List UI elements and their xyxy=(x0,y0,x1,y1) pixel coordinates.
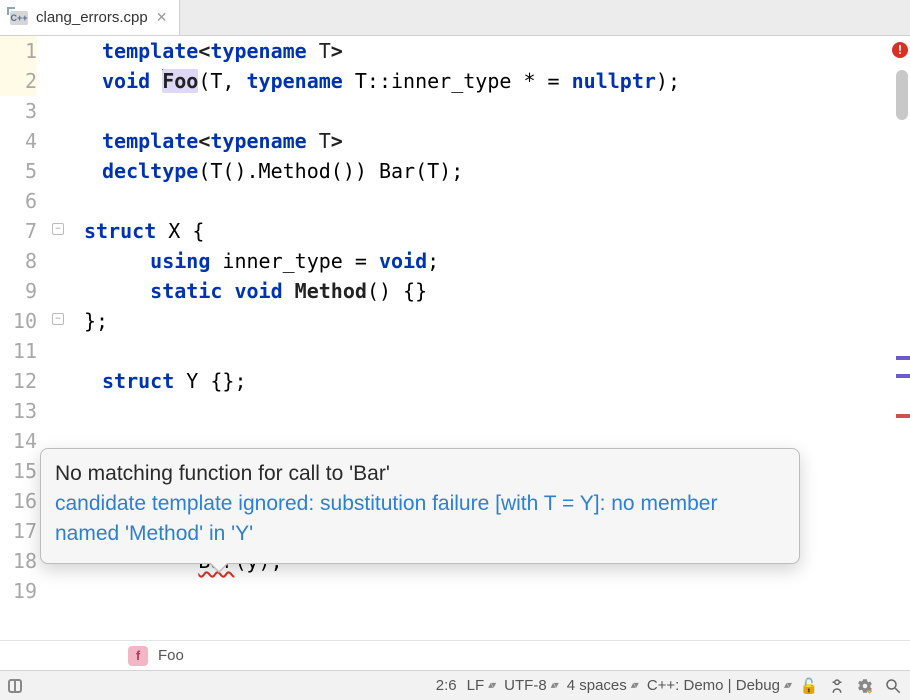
tooltip-detail: candidate template ignored: substitution… xyxy=(55,489,785,549)
file-tab[interactable]: C++ clang_errors.cpp ✕ xyxy=(0,0,180,35)
error-tooltip: No matching function for call to 'Bar' c… xyxy=(40,448,800,564)
code-line[interactable]: void Foo(T, typename T::inner_type * = n… xyxy=(102,66,910,96)
line-number: 2 xyxy=(0,66,37,96)
code-line[interactable] xyxy=(102,396,910,426)
code-line[interactable] xyxy=(102,186,910,216)
line-number: 7 xyxy=(0,216,37,246)
line-number: 9 xyxy=(0,276,37,306)
close-tab-icon[interactable]: ✕ xyxy=(156,9,168,26)
search-icon[interactable] xyxy=(884,677,902,695)
code-line[interactable]: static void Method() {} xyxy=(102,276,910,306)
sync-settings-icon[interactable] xyxy=(856,677,874,695)
line-number: 19 xyxy=(0,576,37,606)
encoding-selector[interactable]: UTF-8▴▾ xyxy=(504,677,557,694)
error-stripe[interactable]: ! xyxy=(894,36,910,640)
stripe-marker[interactable] xyxy=(896,356,910,360)
line-number: 14 xyxy=(0,426,37,456)
panel-icon xyxy=(8,679,22,693)
line-number: 1 xyxy=(0,36,37,66)
line-number: 4 xyxy=(0,126,37,156)
code-line[interactable]: template<typename T> xyxy=(102,126,910,156)
code-line[interactable]: struct X { xyxy=(84,216,910,246)
cpp-file-icon: C++ xyxy=(10,11,28,25)
line-number: 11 xyxy=(0,336,37,366)
line-number: 6 xyxy=(0,186,37,216)
tooltip-title: No matching function for call to 'Bar' xyxy=(55,459,785,489)
caret-position[interactable]: 2:6 xyxy=(436,677,457,694)
code-line[interactable]: }; xyxy=(84,306,910,336)
code-line[interactable]: template<typename T> xyxy=(102,36,910,66)
code-line[interactable] xyxy=(102,576,910,606)
line-number: 15 xyxy=(0,456,37,486)
stripe-marker[interactable] xyxy=(896,374,910,378)
breadcrumb-name[interactable]: Foo xyxy=(158,647,184,664)
code-line[interactable]: decltype(T().Method()) Bar(T); xyxy=(102,156,910,186)
breadcrumb-bar: f Foo xyxy=(0,640,910,670)
code-line[interactable] xyxy=(102,96,910,126)
line-number: 3 xyxy=(0,96,37,126)
fold-handle-icon[interactable]: − xyxy=(52,223,64,235)
line-number: 10 xyxy=(0,306,37,336)
scrollbar-thumb[interactable] xyxy=(896,70,908,120)
lock-icon[interactable]: 🔓 xyxy=(800,677,818,695)
error-indicator-icon[interactable]: ! xyxy=(892,42,908,58)
tooltip-tail-icon xyxy=(209,563,229,573)
line-number: 12 xyxy=(0,366,37,396)
tab-filename: clang_errors.cpp xyxy=(36,9,148,26)
line-number: 8 xyxy=(0,246,37,276)
line-number: 16 xyxy=(0,486,37,516)
run-config-selector[interactable]: C++: Demo | Debug▴▾ xyxy=(647,677,790,694)
fold-handle-icon[interactable]: − xyxy=(52,313,64,325)
code-line[interactable]: using inner_type = void; xyxy=(102,246,910,276)
code-line[interactable]: struct Y {}; xyxy=(102,366,910,396)
line-number: 5 xyxy=(0,156,37,186)
status-bar: 2:6 LF▴▾ UTF-8▴▾ 4 spaces▴▾ C++: Demo | … xyxy=(0,670,910,700)
tab-bar: C++ clang_errors.cpp ✕ xyxy=(0,0,910,36)
indent-selector[interactable]: 4 spaces▴▾ xyxy=(567,677,637,694)
stripe-marker[interactable] xyxy=(896,414,910,418)
line-number: 13 xyxy=(0,396,37,426)
inspector-icon[interactable] xyxy=(828,677,846,695)
line-separator-selector[interactable]: LF▴▾ xyxy=(467,677,495,694)
editor[interactable]: 1 2 3 4 5 6 7 8 9 10 11 12 13 14 15 16 1… xyxy=(0,36,910,640)
line-number: 17 xyxy=(0,516,37,546)
line-number: 18 xyxy=(0,546,37,576)
code-line[interactable] xyxy=(102,336,910,366)
toolwindow-toggle-button[interactable] xyxy=(8,679,22,693)
function-badge-icon: f xyxy=(128,646,148,666)
